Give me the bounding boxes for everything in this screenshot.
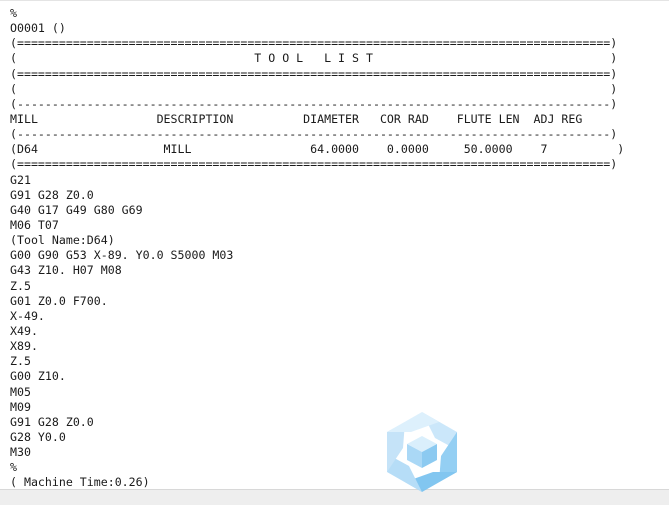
code-line: G40 G17 G49 G80 G69 bbox=[10, 202, 143, 217]
code-line: X89. bbox=[10, 339, 38, 354]
tool-list-blank: ( ) bbox=[10, 81, 618, 96]
program-end-marker: % bbox=[10, 460, 17, 475]
gcode-listing: % O0001 () (==============================… bbox=[10, 6, 624, 491]
code-line: G00 G90 G53 X-89. Y0.0 S5000 M03 bbox=[10, 248, 234, 263]
code-line: X49. bbox=[10, 323, 38, 338]
tool-list-divider: (---------------------------------------… bbox=[10, 96, 618, 111]
code-line: G01 Z0.0 F700. bbox=[10, 293, 108, 308]
tool-name-comment: (Tool Name:D64) bbox=[10, 233, 115, 248]
code-line: G43 Z10. H07 M08 bbox=[10, 263, 122, 278]
program-start-marker: % bbox=[10, 6, 17, 20]
tool-list-border-bottom: (=======================================… bbox=[10, 157, 618, 172]
code-line: G00 Z10. bbox=[10, 369, 66, 384]
machine-time-comment: ( Machine Time:0.26) bbox=[10, 475, 150, 490]
code-line: M30 bbox=[10, 445, 31, 460]
hexagon-cube-logo-icon bbox=[387, 412, 457, 492]
code-line: G91 G28 Z0.0 bbox=[10, 414, 94, 429]
code-line: Z.5 bbox=[10, 354, 31, 369]
code-line: M05 bbox=[10, 384, 31, 399]
tool-list-row: (D64 MILL 64.0000 0.0000 50.0000 7 ) bbox=[10, 142, 625, 157]
code-viewer: % O0001 () (==============================… bbox=[0, 0, 669, 492]
code-line: M06 T07 bbox=[10, 217, 59, 232]
program-number: O0001 () bbox=[10, 21, 66, 36]
code-line: M09 bbox=[10, 399, 31, 414]
tool-list-header-row: MILL DESCRIPTION DIAMETER COR RAD FLUTE … bbox=[10, 111, 583, 126]
tool-list-border-top: (=======================================… bbox=[10, 36, 618, 51]
tool-list-title: ( T O O L L I S T ) bbox=[10, 51, 618, 66]
tool-list-divider: (---------------------------------------… bbox=[10, 127, 618, 142]
tool-list-border: (=======================================… bbox=[10, 66, 618, 81]
code-line: G21 bbox=[10, 172, 31, 187]
code-line: X-49. bbox=[10, 308, 45, 323]
code-line: G91 G28 Z0.0 bbox=[10, 187, 94, 202]
code-line: Z.5 bbox=[10, 278, 31, 293]
code-line: G28 Y0.0 bbox=[10, 429, 66, 444]
